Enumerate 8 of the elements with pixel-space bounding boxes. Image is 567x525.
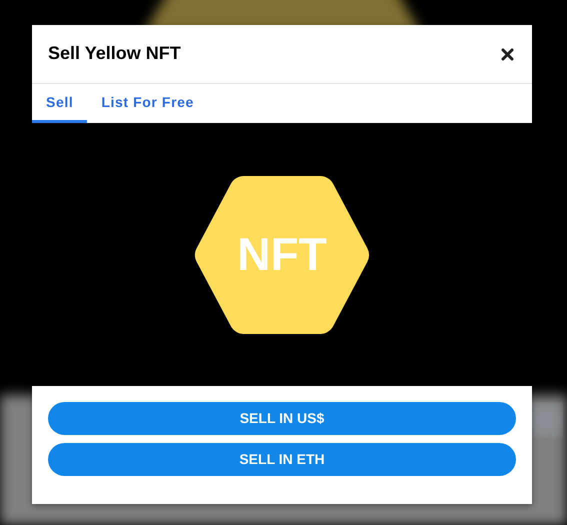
close-icon [501, 48, 514, 60]
modal-title: Sell Yellow NFT [48, 43, 181, 65]
sell-button[interactable]: SELL IN ETH [48, 443, 516, 476]
close-button[interactable] [499, 46, 516, 62]
sell-button[interactable]: SELL IN US$ [48, 402, 516, 435]
badge-text: NFT [237, 227, 327, 282]
tab[interactable]: List For Free [87, 84, 208, 123]
hexagon-icon [194, 174, 370, 334]
